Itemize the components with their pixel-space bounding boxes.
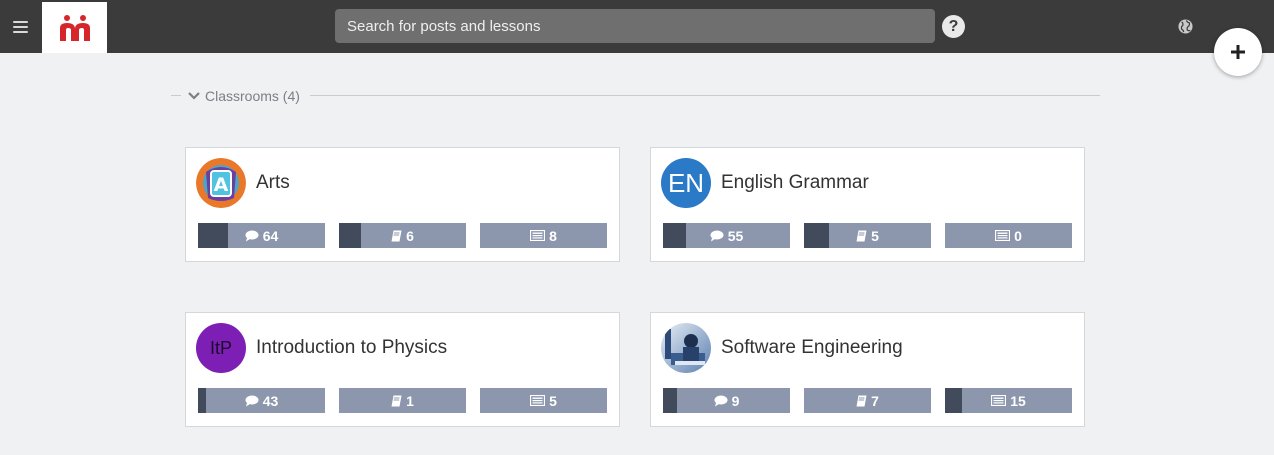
comment-icon <box>714 395 728 406</box>
lessons-count-button[interactable]: 7 <box>804 388 931 413</box>
stat-content: 6 <box>339 223 466 248</box>
newspaper-icon <box>991 395 1007 406</box>
lessons-count-button[interactable]: 5 <box>804 223 931 248</box>
chevron-down-icon <box>188 92 200 100</box>
stat-content: 5 <box>480 388 607 413</box>
news-count-button[interactable]: 15 <box>945 388 1072 413</box>
classroom-title[interactable]: Software Engineering <box>721 337 903 359</box>
svg-text:A: A <box>214 174 229 196</box>
top-bar: ? <box>0 0 1274 53</box>
stat-value: 5 <box>549 392 557 409</box>
classroom-avatar-initials: ItP <box>209 337 232 358</box>
book-icon <box>856 230 867 241</box>
comment-icon <box>245 395 259 406</box>
stat-value: 6 <box>406 227 414 244</box>
stat-value: 0 <box>1014 227 1022 244</box>
lessons-count-button[interactable]: 1 <box>339 388 466 413</box>
newspaper-icon <box>530 230 546 241</box>
stat-value: 5 <box>871 227 879 244</box>
plus-icon <box>1231 45 1245 59</box>
stat-value: 1 <box>406 392 414 409</box>
globe-icon[interactable] <box>1178 19 1193 34</box>
arts-a-badge-icon: A <box>196 158 246 208</box>
stat-value: 8 <box>549 227 557 244</box>
stat-value: 7 <box>871 392 879 409</box>
classroom-title[interactable]: Introduction to Physics <box>256 337 447 359</box>
classroom-avatar-initials: EN <box>667 167 705 198</box>
classroom-avatar[interactable] <box>661 323 711 373</box>
lessons-count-button[interactable]: 6 <box>339 223 466 248</box>
stat-content: 43 <box>198 388 325 413</box>
classroom-card[interactable]: ItP Introduction to Physics 43 1 5 <box>185 312 620 427</box>
classrooms-section-toggle[interactable]: Classrooms (4) <box>187 86 300 106</box>
classroom-card[interactable]: Software Engineering 9 7 15 <box>650 312 1085 427</box>
stat-content: 64 <box>198 223 325 248</box>
hamburger-menu-button[interactable] <box>0 0 40 53</box>
hamburger-icon <box>12 20 28 33</box>
news-count-button[interactable]: 0 <box>945 223 1072 248</box>
news-count-button[interactable]: 5 <box>480 388 607 413</box>
classroom-card[interactable]: EN English Grammar 55 5 0 <box>650 147 1085 262</box>
add-fab-button[interactable] <box>1214 28 1262 76</box>
stat-value: 55 <box>727 227 744 244</box>
posts-count-button[interactable]: 55 <box>663 223 790 248</box>
stat-value: 43 <box>262 392 279 409</box>
stat-content: 7 <box>804 388 931 413</box>
classroom-avatar[interactable]: EN <box>661 158 711 208</box>
section-divider-left <box>171 95 181 96</box>
stat-content: 5 <box>804 223 931 248</box>
section-divider-right <box>310 95 1100 96</box>
classroom-avatar[interactable]: ItP <box>196 323 246 373</box>
help-button[interactable]: ? <box>942 15 965 38</box>
classroom-title[interactable]: Arts <box>256 172 290 194</box>
app-logo[interactable] <box>42 2 107 53</box>
search-input[interactable] <box>335 9 935 43</box>
stat-content: 9 <box>663 388 790 413</box>
classroom-card[interactable]: A Arts 64 6 8 <box>185 147 620 262</box>
stat-content: 0 <box>945 223 1072 248</box>
stat-content: 1 <box>339 388 466 413</box>
book-icon <box>391 395 402 406</box>
classroom-title[interactable]: English Grammar <box>721 172 869 194</box>
stat-value: 64 <box>262 227 279 244</box>
comment-icon <box>710 230 724 241</box>
stat-content: 15 <box>945 388 1072 413</box>
book-icon <box>856 395 867 406</box>
book-icon <box>391 230 402 241</box>
newspaper-icon <box>995 230 1011 241</box>
comment-icon <box>245 230 259 241</box>
classroom-avatar[interactable]: A <box>196 158 246 208</box>
stat-content: 8 <box>480 223 607 248</box>
help-question-icon: ? <box>948 17 959 35</box>
section-title: Classrooms (4) <box>205 88 300 104</box>
newspaper-icon <box>530 395 546 406</box>
stat-value: 15 <box>1010 392 1026 409</box>
logo-people-icon <box>59 14 90 41</box>
news-count-button[interactable]: 8 <box>480 223 607 248</box>
stat-value: 9 <box>731 392 740 409</box>
posts-count-button[interactable]: 64 <box>198 223 325 248</box>
engineering-photo-icon <box>661 323 711 373</box>
posts-count-button[interactable]: 9 <box>663 388 790 413</box>
stat-content: 55 <box>663 223 790 248</box>
posts-count-button[interactable]: 43 <box>198 388 325 413</box>
